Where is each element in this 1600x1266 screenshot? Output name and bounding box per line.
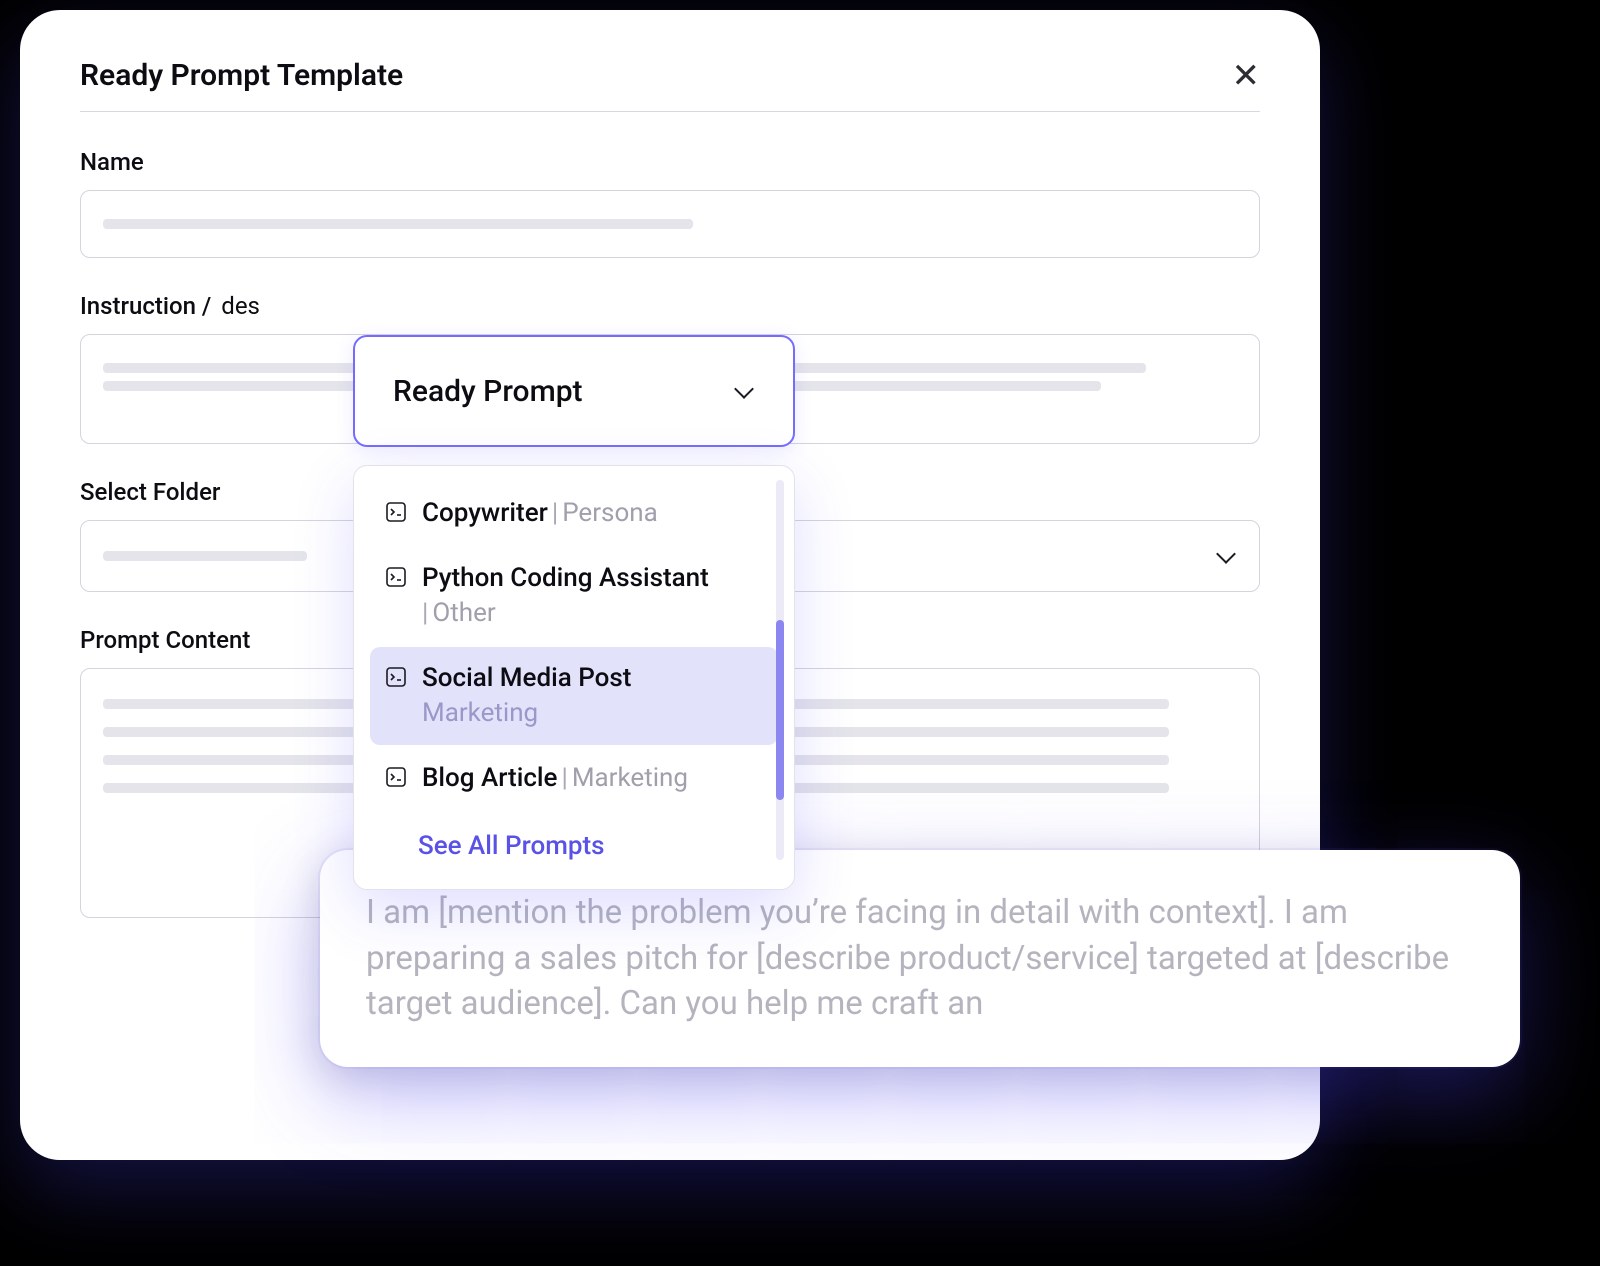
scrollbar-track[interactable] — [776, 480, 784, 860]
dropdown-item-text: Python Coding Assistant|Other — [422, 561, 709, 631]
dropdown-item-blog-article[interactable]: Blog Article|Marketing — [370, 747, 778, 810]
dropdown-item-text: Blog Article|Marketing — [422, 761, 688, 796]
chevron-down-icon — [1215, 545, 1237, 567]
close-icon: ✕ — [1232, 57, 1261, 95]
dropdown-item-text: Social Media PostMarketing — [422, 661, 631, 731]
dropdown-item-python-coding[interactable]: Python Coding Assistant|Other — [370, 547, 778, 645]
placeholder-line — [103, 219, 693, 229]
name-input[interactable] — [80, 190, 1260, 258]
placeholder-line — [103, 551, 307, 561]
chevron-down-icon — [733, 380, 755, 402]
prompt-preview-text: I am [mention the problem you’re facing … — [366, 890, 1474, 1027]
dropdown-panel: Copywriter|Persona Python Coding Assista… — [353, 465, 795, 890]
dropdown-item-text: Copywriter|Persona — [422, 496, 658, 531]
name-label: Name — [80, 148, 1260, 176]
ready-prompt-dropdown: Ready Prompt Copywriter|Persona Python C… — [353, 335, 795, 890]
modal-title: Ready Prompt Template — [80, 58, 403, 93]
see-all-prompts-link[interactable]: See All Prompts — [364, 813, 784, 869]
close-button[interactable]: ✕ — [1232, 59, 1261, 93]
prompt-icon — [384, 565, 408, 589]
prompt-icon — [384, 765, 408, 789]
instruction-label-row: Instruction / des — [80, 292, 1260, 320]
prompt-icon — [384, 665, 408, 689]
dropdown-item-copywriter[interactable]: Copywriter|Persona — [370, 482, 778, 545]
modal-header: Ready Prompt Template ✕ — [80, 58, 1260, 112]
instruction-label-part1: Instruction / — [80, 292, 211, 320]
dropdown-item-social-media[interactable]: Social Media PostMarketing — [370, 647, 778, 745]
scrollbar-thumb[interactable] — [776, 620, 784, 800]
prompt-icon — [384, 500, 408, 524]
instruction-label-part2: des — [221, 292, 260, 320]
dropdown-toggle[interactable]: Ready Prompt — [353, 335, 795, 447]
dropdown-toggle-label: Ready Prompt — [393, 374, 583, 409]
